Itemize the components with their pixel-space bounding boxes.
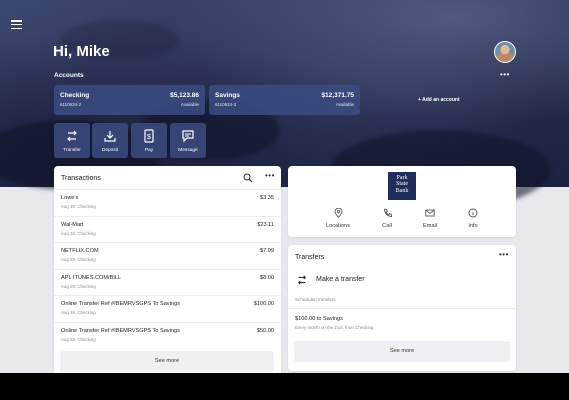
call-link[interactable]: Call	[367, 208, 407, 229]
transaction-amount: $100.00	[253, 301, 274, 307]
accounts-heading: Accounts	[54, 72, 84, 79]
transactions-list: Lowe's Aug 30, Checking $3.35 Wal-Mart A…	[54, 189, 281, 348]
scheduled-transfer-frequency: Every month on the 21st, from Checking	[295, 325, 374, 330]
transaction-description: APL ITUNES.COM/BILL	[61, 274, 122, 281]
transaction-amount: $7.99	[260, 248, 274, 254]
transaction-amount: $3.35	[260, 195, 274, 201]
account-card-savings[interactable]: Savings $12,371.75 6110634-3 Available	[209, 85, 360, 115]
email-link[interactable]: Email	[410, 208, 450, 229]
transfers-card: Transfers ••• Make a transfer Scheduled …	[288, 245, 516, 371]
hamburger-menu-icon[interactable]	[11, 20, 22, 29]
accounts-more-icon[interactable]: •••	[500, 70, 510, 79]
transaction-date: Aug 30, Checking	[61, 230, 96, 236]
transaction-description: Wal-Mart	[61, 221, 84, 228]
transaction-description: NETFLIX.COM	[61, 248, 99, 254]
bank-logo: Park State Bank	[388, 172, 416, 200]
transaction-amount: $23.11	[257, 221, 274, 228]
transaction-date: Aug 29, Checking	[61, 257, 96, 262]
transaction-description: Online Transfer Ref #IBEMRVSGPS To Savin…	[61, 301, 180, 307]
phone-icon	[383, 208, 392, 217]
search-icon[interactable]	[243, 173, 253, 183]
action-label: Deposit	[101, 148, 119, 153]
add-account-link[interactable]: + Add an account	[418, 97, 460, 103]
account-number: 6110634-3	[215, 102, 237, 107]
transaction-amount: $50.00	[256, 327, 274, 334]
transaction-date: Aug 28, Checking	[61, 336, 96, 342]
account-card-checking[interactable]: Checking $5,123.86 6110634-2 Available	[54, 85, 205, 115]
make-transfer-link[interactable]: Make a transfer	[316, 276, 365, 283]
action-label: Message	[178, 148, 198, 153]
account-name: Checking	[60, 92, 90, 99]
app-screen: Hi, Mike Accounts ••• Checking $5,123.86…	[0, 0, 569, 373]
action-label: Transfer	[63, 148, 81, 153]
info-label: Info	[468, 223, 478, 229]
transaction-row[interactable]: APL ITUNES.COM/BILL Aug 28, Checking $8.…	[54, 268, 281, 296]
transfers-heading: Transfers	[295, 254, 325, 261]
message-icon	[182, 130, 194, 143]
scheduled-transfers-label: Scheduled transfers	[295, 297, 336, 302]
locations-link[interactable]: Locations	[318, 208, 358, 229]
transfer-icon	[67, 130, 77, 142]
transaction-date: Aug 28, Checking	[61, 283, 96, 289]
more-horizontal-icon[interactable]: •••	[265, 171, 275, 180]
transaction-row[interactable]: Online Transfer Ref #IBEMRVSGPS To Savin…	[54, 295, 281, 322]
transaction-row[interactable]: Wal-Mart Aug 30, Checking $23.11	[54, 215, 281, 243]
user-avatar[interactable]	[494, 41, 516, 63]
transactions-see-more-button[interactable]: See more	[60, 351, 274, 372]
location-pin-icon	[334, 208, 342, 218]
divider	[288, 308, 516, 309]
action-label: Pay	[144, 148, 154, 153]
bank-logo-text: Bank	[395, 187, 409, 194]
account-number: 6110634-2	[60, 102, 82, 107]
deposit-icon	[104, 131, 116, 142]
transactions-card: Transactions ••• Lowe's Aug 30, Checking…	[54, 166, 281, 373]
message-button[interactable]: Message	[170, 123, 206, 158]
svg-text:$: $	[147, 134, 151, 141]
deposit-button[interactable]: Deposit	[92, 123, 128, 158]
transaction-amount: $8.00	[260, 274, 274, 281]
transaction-row[interactable]: NETFLIX.COM Aug 29, Checking $7.99	[54, 242, 281, 269]
bank-info-card: Park State Bank Locations Call Email Inf…	[288, 166, 516, 237]
account-status: Available	[335, 102, 354, 107]
account-status: Available	[180, 102, 199, 107]
scheduled-transfer-amount[interactable]: $100.00 to Savings	[295, 316, 343, 322]
transaction-date: Aug 28, Checking	[61, 310, 96, 315]
account-balance: $5,123.86	[170, 92, 199, 99]
transaction-row[interactable]: Online Transfer Ref #IBEMRVSGPS To Savin…	[54, 321, 281, 349]
info-link[interactable]: Info	[453, 208, 493, 229]
email-label: Email	[423, 223, 437, 229]
envelope-icon	[425, 209, 435, 217]
greeting-title: Hi, Mike	[53, 43, 110, 60]
transfer-button[interactable]: Transfer	[54, 123, 90, 158]
transaction-row[interactable]: Lowe's Aug 30, Checking $3.35	[54, 189, 281, 216]
call-label: Call	[382, 223, 392, 229]
transaction-description: Lowe's	[61, 195, 79, 201]
transaction-description: Online Transfer Ref #IBEMRVSGPS To Savin…	[61, 327, 180, 334]
transactions-heading: Transactions	[61, 175, 101, 182]
transaction-date: Aug 30, Checking	[61, 204, 96, 209]
transfer-icon	[297, 275, 307, 285]
account-balance: $12,371.75	[321, 92, 354, 99]
transfers-see-more-button[interactable]: See more	[294, 341, 510, 362]
locations-label: Locations	[326, 223, 350, 229]
info-icon	[468, 208, 478, 218]
account-name: Savings	[215, 92, 240, 99]
pay-button[interactable]: $ Pay	[131, 123, 167, 158]
pay-icon: $	[144, 129, 154, 143]
more-horizontal-icon[interactable]: •••	[499, 250, 509, 259]
